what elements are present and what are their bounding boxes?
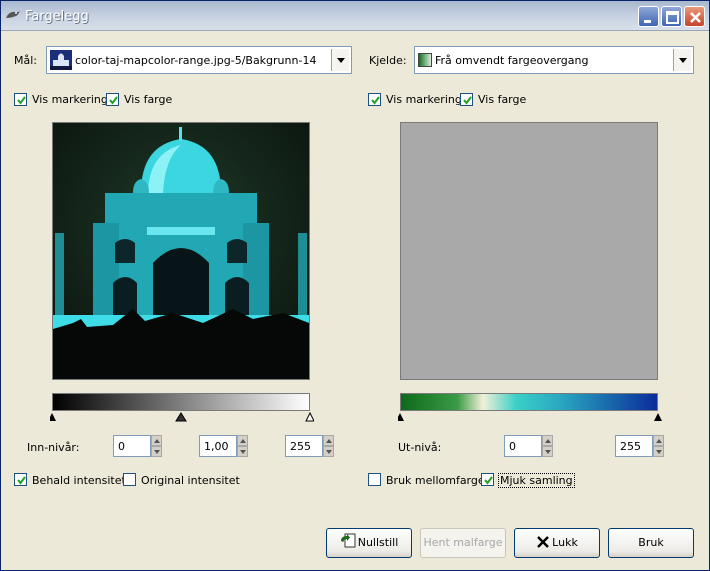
minimize-button[interactable] (638, 6, 659, 27)
spin-up-icon (240, 439, 246, 443)
smooth-sampling-label: Mjuk samling (498, 473, 575, 488)
minimize-icon (644, 20, 651, 23)
chevron-down-icon (337, 58, 345, 63)
left-show-color-label: Vis farge (124, 93, 173, 106)
out-high-spinbutton[interactable]: 255 (615, 435, 664, 457)
right-show-color-checkbox[interactable] (460, 93, 473, 106)
close-window-button[interactable] (684, 6, 705, 27)
output-levels-label: Ut-nivå: (398, 441, 442, 454)
in-gamma-spinbutton[interactable]: 1,00 (199, 435, 248, 457)
check-icon (17, 476, 26, 485)
check-icon (17, 96, 26, 105)
right-show-selection-checkbox[interactable] (368, 93, 381, 106)
spin-up-icon (154, 439, 160, 443)
output-level-markers[interactable] (398, 410, 662, 422)
input-level-markers[interactable] (50, 410, 314, 422)
out-low-marker (398, 413, 404, 421)
input-levels-label: Inn-nivår: (27, 441, 80, 454)
gradient-swatch-icon (418, 53, 432, 67)
check-icon (463, 96, 472, 105)
spin-down-icon (154, 450, 160, 454)
in-low-spinbutton[interactable]: 0 (113, 435, 162, 457)
spin-arrows[interactable] (542, 435, 553, 457)
maximize-button[interactable] (661, 6, 682, 27)
keep-intensity-checkbox[interactable] (14, 473, 27, 486)
close-button[interactable]: Lukk (514, 528, 600, 558)
reset-button[interactable]: Nullstill (326, 528, 412, 558)
reset-icon (340, 533, 356, 548)
spin-up-icon (545, 439, 551, 443)
source-label: Kjelde: (369, 54, 407, 67)
target-thumbnail (50, 50, 72, 70)
right-show-color-label: Vis farge (478, 93, 527, 106)
apply-button[interactable]: Bruk (608, 528, 694, 558)
source-value: Frå omvendt fargeovergang (435, 54, 589, 67)
apply-label: Bruk (638, 536, 664, 549)
target-label: Mål: (14, 54, 37, 67)
left-show-selection-label: Vis markering (32, 93, 108, 106)
source-preview (400, 122, 658, 380)
title-bar: Fargelegg (1, 1, 709, 31)
in-low-marker (50, 413, 56, 421)
spin-arrows[interactable] (653, 435, 664, 457)
left-show-color-checkbox[interactable] (106, 93, 119, 106)
output-levels-gradient[interactable] (400, 393, 658, 411)
out-high-marker (654, 413, 662, 421)
right-show-selection-label: Vis markering (386, 93, 462, 106)
check-icon (371, 96, 380, 105)
close-x-icon (537, 536, 550, 548)
target-preview-image (52, 122, 310, 380)
original-intensity-checkbox[interactable] (123, 473, 136, 486)
close-icon (690, 12, 701, 23)
spin-up-icon (326, 439, 332, 443)
keep-intensity-label: Behald intensitet (32, 474, 126, 487)
use-subcolors-label: Bruk mellomfarger (386, 474, 490, 487)
check-icon (484, 476, 493, 485)
window-title: Fargelegg (25, 9, 89, 24)
target-dropdown-button[interactable] (331, 49, 349, 71)
out-low-spinbutton[interactable]: 0 (504, 435, 553, 457)
use-subcolors-checkbox[interactable] (368, 473, 381, 486)
spin-down-icon (545, 450, 551, 454)
colorize-dialog: Fargelegg Mål: color-taj-mapcolor-range.… (0, 0, 710, 571)
in-gamma-marker (175, 412, 187, 422)
smooth-sampling-checkbox[interactable] (481, 473, 494, 486)
source-dropdown-button[interactable] (673, 49, 691, 71)
spin-arrows[interactable] (237, 435, 248, 457)
close-label: Lukk (552, 536, 578, 549)
spin-down-icon (240, 450, 246, 454)
in-high-marker (305, 411, 314, 422)
target-value: color-taj-mapcolor-range.jpg-5/Bakgrunn-… (75, 54, 317, 67)
spin-down-icon (656, 450, 662, 454)
chevron-down-icon (679, 58, 687, 63)
maximize-icon (666, 11, 679, 24)
source-combo[interactable]: Frå omvendt fargeovergang (414, 46, 694, 74)
spin-up-icon (656, 439, 662, 443)
spin-arrows[interactable] (323, 435, 334, 457)
reset-label: Nullstill (357, 536, 399, 549)
check-icon (109, 96, 118, 105)
get-template-label: Hent malfarge (423, 536, 503, 549)
spin-arrows[interactable] (151, 435, 162, 457)
gimp-wilber-icon (5, 8, 21, 22)
in-high-spinbutton[interactable]: 255 (285, 435, 334, 457)
target-combo[interactable]: color-taj-mapcolor-range.jpg-5/Bakgrunn-… (46, 46, 352, 74)
spin-down-icon (326, 450, 332, 454)
original-intensity-label: Original intensitet (141, 474, 240, 487)
input-levels-gradient[interactable] (52, 393, 310, 411)
get-template-button[interactable]: Hent malfarge (420, 528, 506, 558)
left-show-selection-checkbox[interactable] (14, 93, 27, 106)
